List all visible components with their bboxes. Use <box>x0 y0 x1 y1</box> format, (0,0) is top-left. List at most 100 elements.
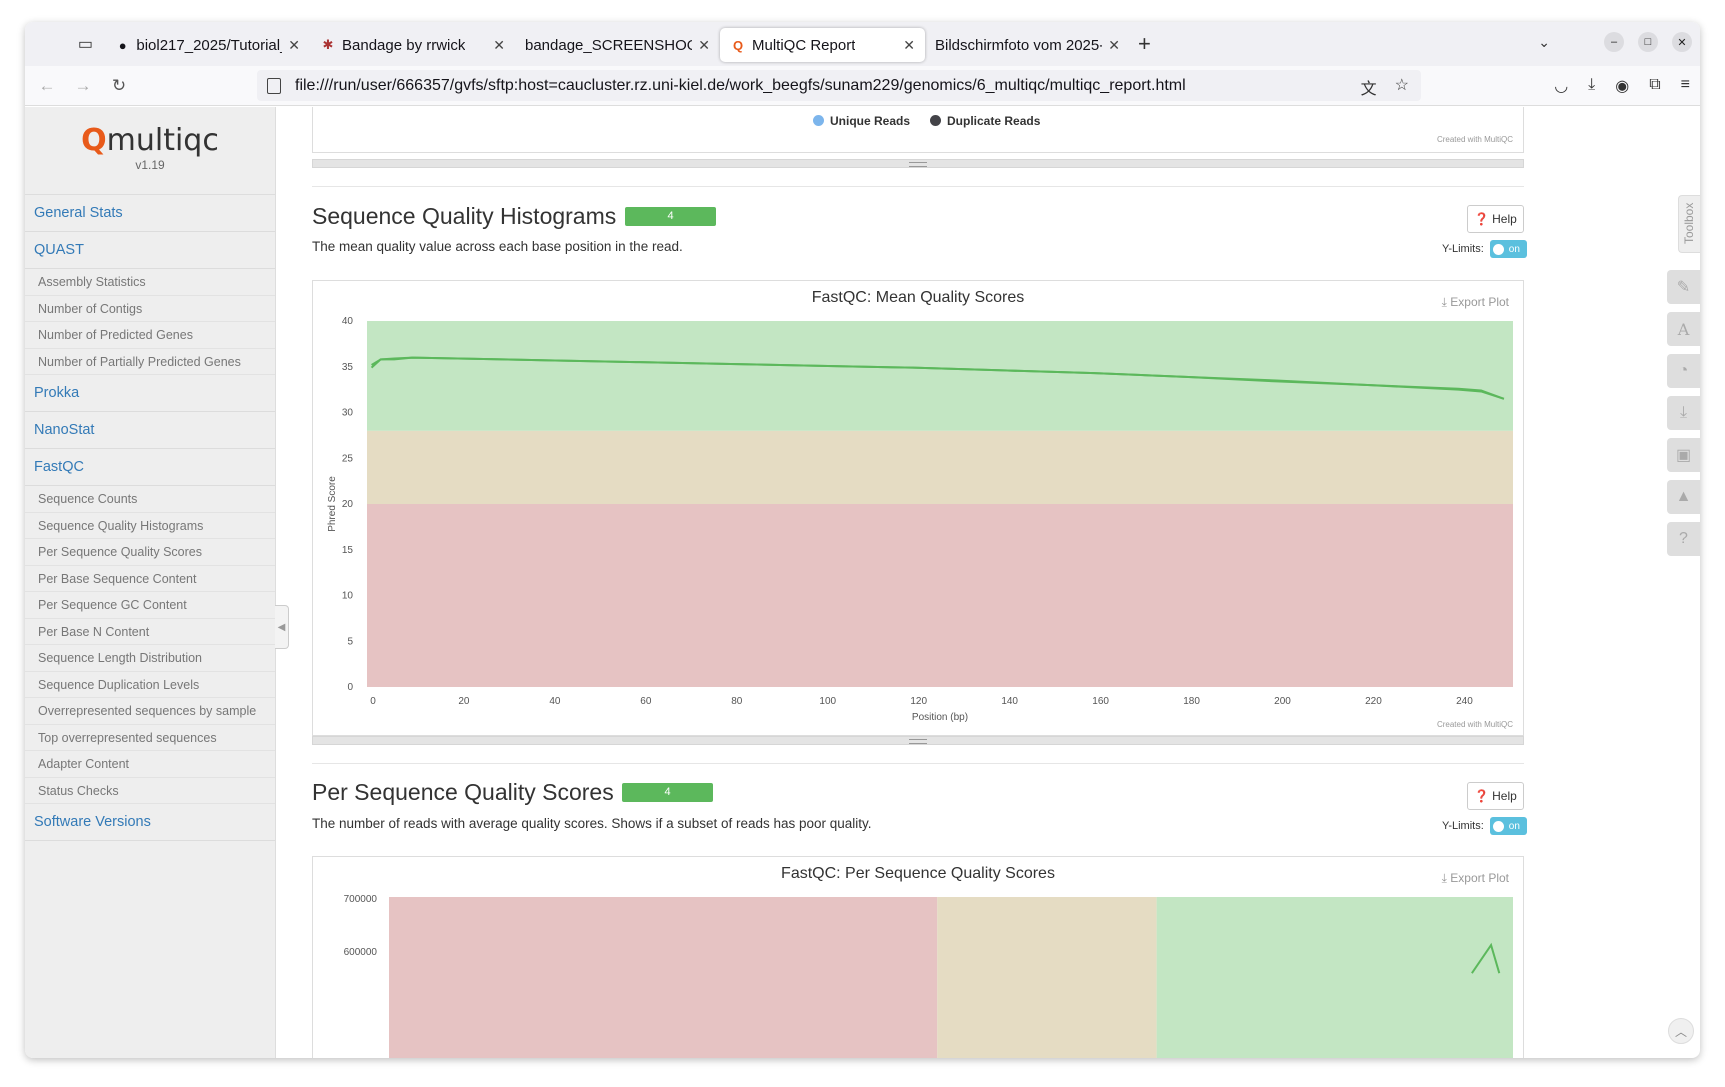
scroll-to-top-button[interactable]: ︿ <box>1668 1018 1694 1044</box>
sidebar-item-sequence-counts[interactable]: Sequence Counts <box>25 486 275 513</box>
sidebar-item-status-checks[interactable]: Status Checks <box>25 777 275 804</box>
pocket-icon[interactable]: ◡ <box>1554 76 1568 96</box>
sidebar-item-sequence-quality-histograms[interactable]: Sequence Quality Histograms <box>25 512 275 539</box>
sidebar-item-per-sequence-gc-content[interactable]: Per Sequence GC Content <box>25 592 275 619</box>
export-icon[interactable]: ⤓ <box>1667 396 1700 430</box>
legend-item-unique-reads[interactable]: Unique Reads <box>813 114 910 128</box>
x-tick-label: 120 <box>910 696 927 707</box>
url-text[interactable]: file:///run/user/666357/gvfs/sftp:host=c… <box>295 77 1186 95</box>
account-icon[interactable]: ◉ <box>1615 76 1629 96</box>
minimize-button[interactable]: – <box>1604 32 1624 52</box>
new-tab-button[interactable]: + <box>1138 31 1151 57</box>
per-sequence-quality-plot-box: FastQC: Per Sequence Quality Scores ⤓ Ex… <box>312 856 1524 1058</box>
sidebar-item-per-base-n-content[interactable]: Per Base N Content <box>25 618 275 645</box>
list-tabs-chevron-icon[interactable]: ⌄ <box>1538 34 1550 51</box>
sidebar-item-per-sequence-quality-scores[interactable]: Per Sequence Quality Scores <box>25 539 275 566</box>
menu-icon[interactable]: ≡ <box>1681 76 1690 96</box>
section-title: Sequence Quality Histograms <box>312 203 617 229</box>
help-button[interactable]: ❓ Help <box>1467 782 1524 810</box>
status-badge[interactable]: 4 <box>625 207 716 226</box>
y-tick-label: 25 <box>342 453 354 464</box>
plot-resize-handle[interactable] <box>312 736 1524 745</box>
sidebar-item-nanostat[interactable]: NanoStat <box>25 412 275 449</box>
report-sidebar: Qmultiqc v1.19 General Stats QUAST Assembl… <box>25 107 276 1058</box>
sidebar-item-number-of-predicted-genes[interactable]: Number of Predicted Genes <box>25 322 275 349</box>
close-window-button[interactable]: ✕ <box>1672 32 1692 52</box>
translate-icon[interactable]: 文 <box>1361 75 1377 99</box>
y-tick-label: 5 <box>347 636 353 647</box>
sidebar-item-fastqc[interactable]: FastQC <box>25 449 275 486</box>
pin-icon[interactable]: ✎ <box>1667 270 1700 304</box>
sidebar-item-software-versions[interactable]: Software Versions <box>25 804 275 841</box>
section-description: The number of reads with average quality… <box>312 816 872 831</box>
tab-manager-icon[interactable]: ▭ <box>25 22 105 66</box>
sidebar-item-adapter-content[interactable]: Adapter Content <box>25 751 275 778</box>
tab-bandage-screenshot[interactable]: bandage_SCREENSHOOT. ✕ <box>515 28 720 62</box>
close-icon[interactable]: ✕ <box>897 37 915 54</box>
bandage-icon: ✱ <box>322 37 334 52</box>
sidebar-item-number-of-partially-predicted-genes[interactable]: Number of Partially Predicted Genes <box>25 348 275 375</box>
mean-quality-chart[interactable]: 0 5 10 15 20 25 30 35 40 0 20 40 60 80 100 120 140 160 180… <box>313 281 1523 735</box>
y-tick-label: 15 <box>342 545 354 556</box>
x-tick-label: 180 <box>1183 696 1200 707</box>
toolbox-tab[interactable]: Toolbox <box>1678 195 1700 253</box>
ylimits-toggle[interactable]: on <box>1489 817 1527 835</box>
x-tick-label: 80 <box>731 696 743 707</box>
x-tick-label: 60 <box>640 696 652 707</box>
plot-credit: Created with MultiQC <box>1436 135 1513 144</box>
y-tick-label: 10 <box>342 591 354 602</box>
plot-resize-handle[interactable] <box>312 159 1524 168</box>
about-icon[interactable]: ? <box>1667 522 1700 556</box>
rename-icon[interactable]: A <box>1667 312 1700 346</box>
sidebar-item-per-base-sequence-content[interactable]: Per Base Sequence Content <box>25 565 275 592</box>
sidebar-item-prokka[interactable]: Prokka <box>25 375 275 412</box>
sidebar-item-assembly-statistics[interactable]: Assembly Statistics <box>25 269 275 296</box>
hide-icon[interactable]: ◔ <box>1667 354 1700 388</box>
sidebar-item-number-of-contigs[interactable]: Number of Contigs <box>25 295 275 322</box>
bookmark-star-icon[interactable]: ☆ <box>1395 75 1409 99</box>
forward-button[interactable]: → <box>65 76 101 96</box>
per-sequence-quality-chart[interactable]: 600000 700000 <box>313 857 1523 1058</box>
sidebar-item-general-stats[interactable]: General Stats <box>25 195 275 232</box>
sidebar-item-overrepresented-sequences-by-sample[interactable]: Overrepresented sequences by sample <box>25 698 275 725</box>
y-tick-label: 20 <box>342 499 354 510</box>
save-icon[interactable]: ▣ <box>1667 438 1700 472</box>
sidebar-item-sequence-duplication-levels[interactable]: Sequence Duplication Levels <box>25 671 275 698</box>
y-tick-label: 35 <box>342 362 354 373</box>
mean-quality-plot-box: FastQC: Mean Quality Scores ⤓ Export Plo… <box>312 280 1524 736</box>
x-tick-label: 0 <box>370 696 376 707</box>
toolbar-icons: ◡ ⤓ ◉ ⧉ ≡ <box>1554 76 1690 96</box>
legend-item-duplicate-reads[interactable]: Duplicate Reads <box>930 114 1040 128</box>
ylimits-control: Y-Limits: on <box>1442 240 1527 258</box>
multiqc-logo[interactable]: Qmultiqc v1.19 <box>25 107 275 195</box>
tab-github[interactable]: ● biol217_2025/Tutorial_ ✕ <box>105 28 310 62</box>
section-title: Per Sequence Quality Scores <box>312 779 614 805</box>
close-icon[interactable]: ✕ <box>487 37 505 54</box>
tutorial-icon[interactable]: ▲ <box>1667 480 1700 514</box>
tab-bandage[interactable]: ✱ Bandage by rrwick ✕ <box>310 28 515 62</box>
tab-multiqc[interactable]: Q MultiQC Report ✕ <box>720 28 925 62</box>
sidebar-item-quast[interactable]: QUAST <box>25 232 275 269</box>
close-icon[interactable]: ✕ <box>1102 37 1120 54</box>
sidebar-item-sequence-length-distribution[interactable]: Sequence Length Distribution <box>25 645 275 672</box>
close-icon[interactable]: ✕ <box>282 37 300 54</box>
close-icon[interactable]: ✕ <box>692 37 710 54</box>
extensions-icon[interactable]: ⧉ <box>1649 76 1660 96</box>
tab-screenshot[interactable]: Bildschirmfoto vom 2025- ✕ <box>925 28 1130 62</box>
sidebar-item-top-overrepresented-sequences[interactable]: Top overrepresented sequences <box>25 724 275 751</box>
url-bar[interactable]: file:///run/user/666357/gvfs/sftp:host=c… <box>257 70 1421 101</box>
y-axis-label: Phred Score <box>327 476 338 532</box>
ylimits-toggle[interactable]: on <box>1489 240 1527 258</box>
downloads-icon[interactable]: ⤓ <box>1588 76 1595 96</box>
quality-band <box>367 430 1513 504</box>
help-button[interactable]: ❓ Help <box>1467 205 1524 233</box>
quality-band <box>937 897 1157 1058</box>
x-tick-label: 100 <box>819 696 836 707</box>
maximize-button[interactable]: □ <box>1638 32 1658 52</box>
reload-button[interactable]: ↻ <box>101 76 137 96</box>
navigation-bar: ← → ↻ file:///run/user/666357/gvfs/sftp:… <box>25 66 1700 106</box>
status-badge[interactable]: 4 <box>622 783 713 802</box>
page-icon <box>267 77 281 94</box>
report-main: Unique Reads Duplicate Reads Created wit… <box>287 107 1700 1058</box>
back-button[interactable]: ← <box>29 76 65 96</box>
